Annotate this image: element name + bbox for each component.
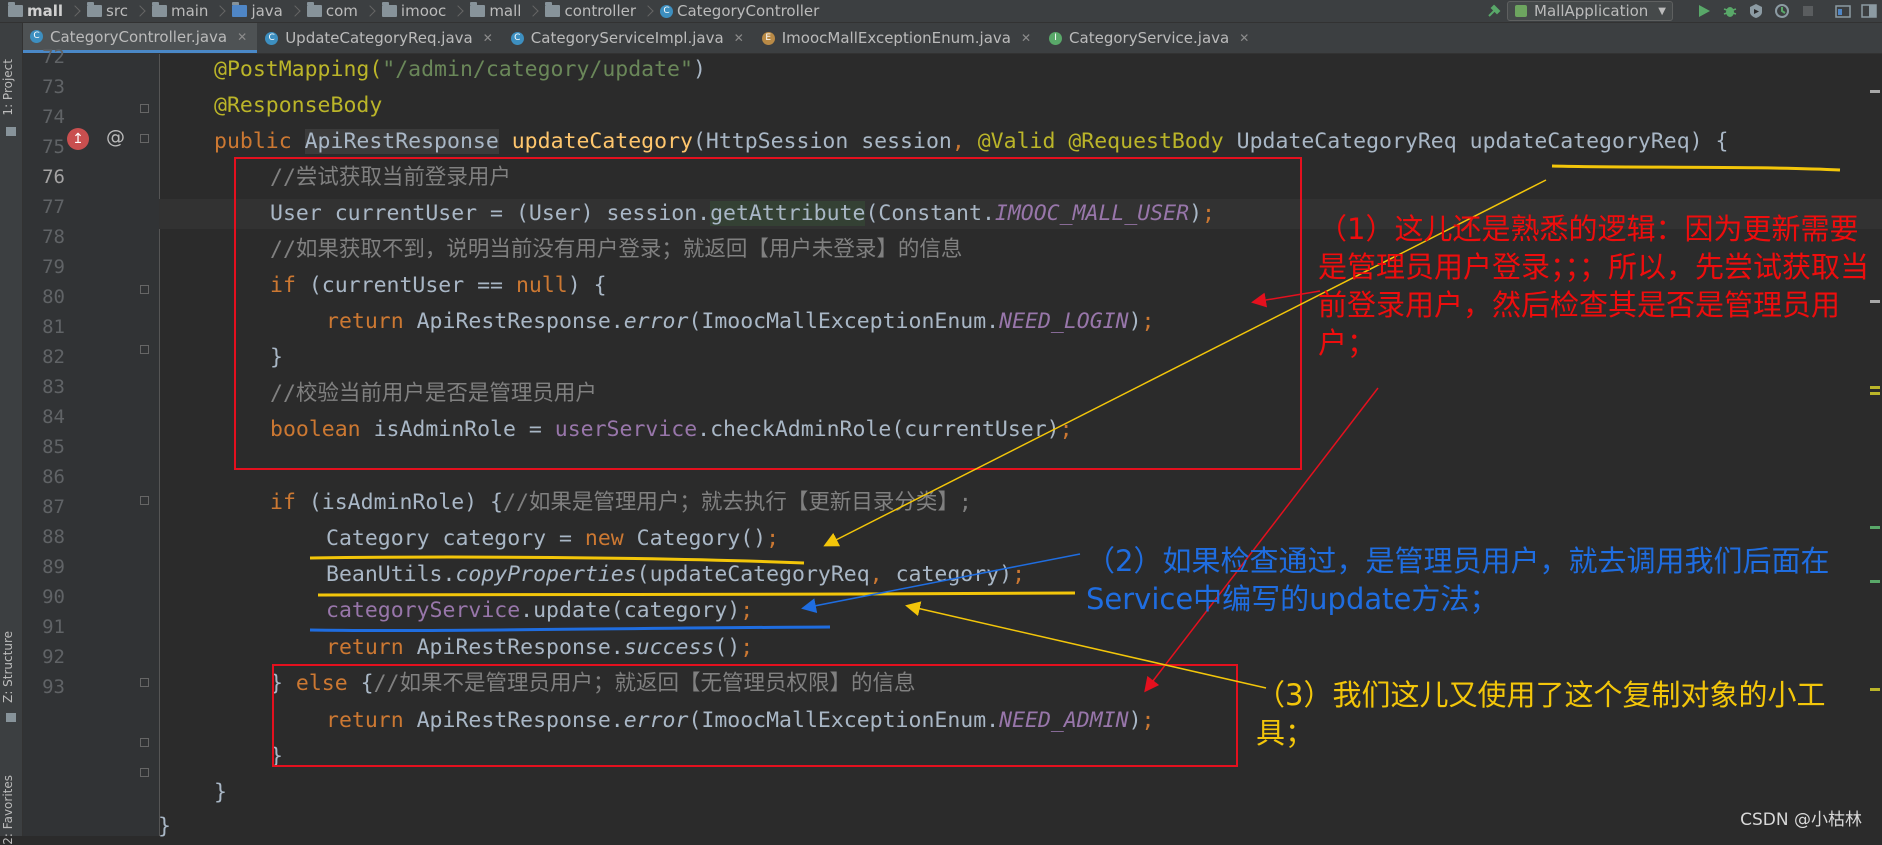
arrow-blue <box>801 553 1081 614</box>
arrow-red-else <box>1144 387 1379 693</box>
watermark: CSDN @小枯林 <box>1740 810 1862 830</box>
underline-update-category-req <box>1551 164 1841 172</box>
annotation-note-3: （3）我们这儿又使用了这个复制对象的小工具； <box>1256 678 1826 750</box>
underline-line-85 <box>309 555 805 565</box>
underline-line-86 <box>317 591 1076 597</box>
annotation-note-1: （1）这儿还是熟悉的逻辑：因为更新需要是管理员用户登录；；；所以，先尝试获取当前… <box>1318 212 1870 360</box>
arrow-yellow-note3 <box>905 601 1267 689</box>
annotation-note-2: （2）如果检查通过，是管理员用户，就去调用我们后面在Service中编写的upd… <box>1086 544 1830 616</box>
underline-line-87 <box>309 625 831 633</box>
